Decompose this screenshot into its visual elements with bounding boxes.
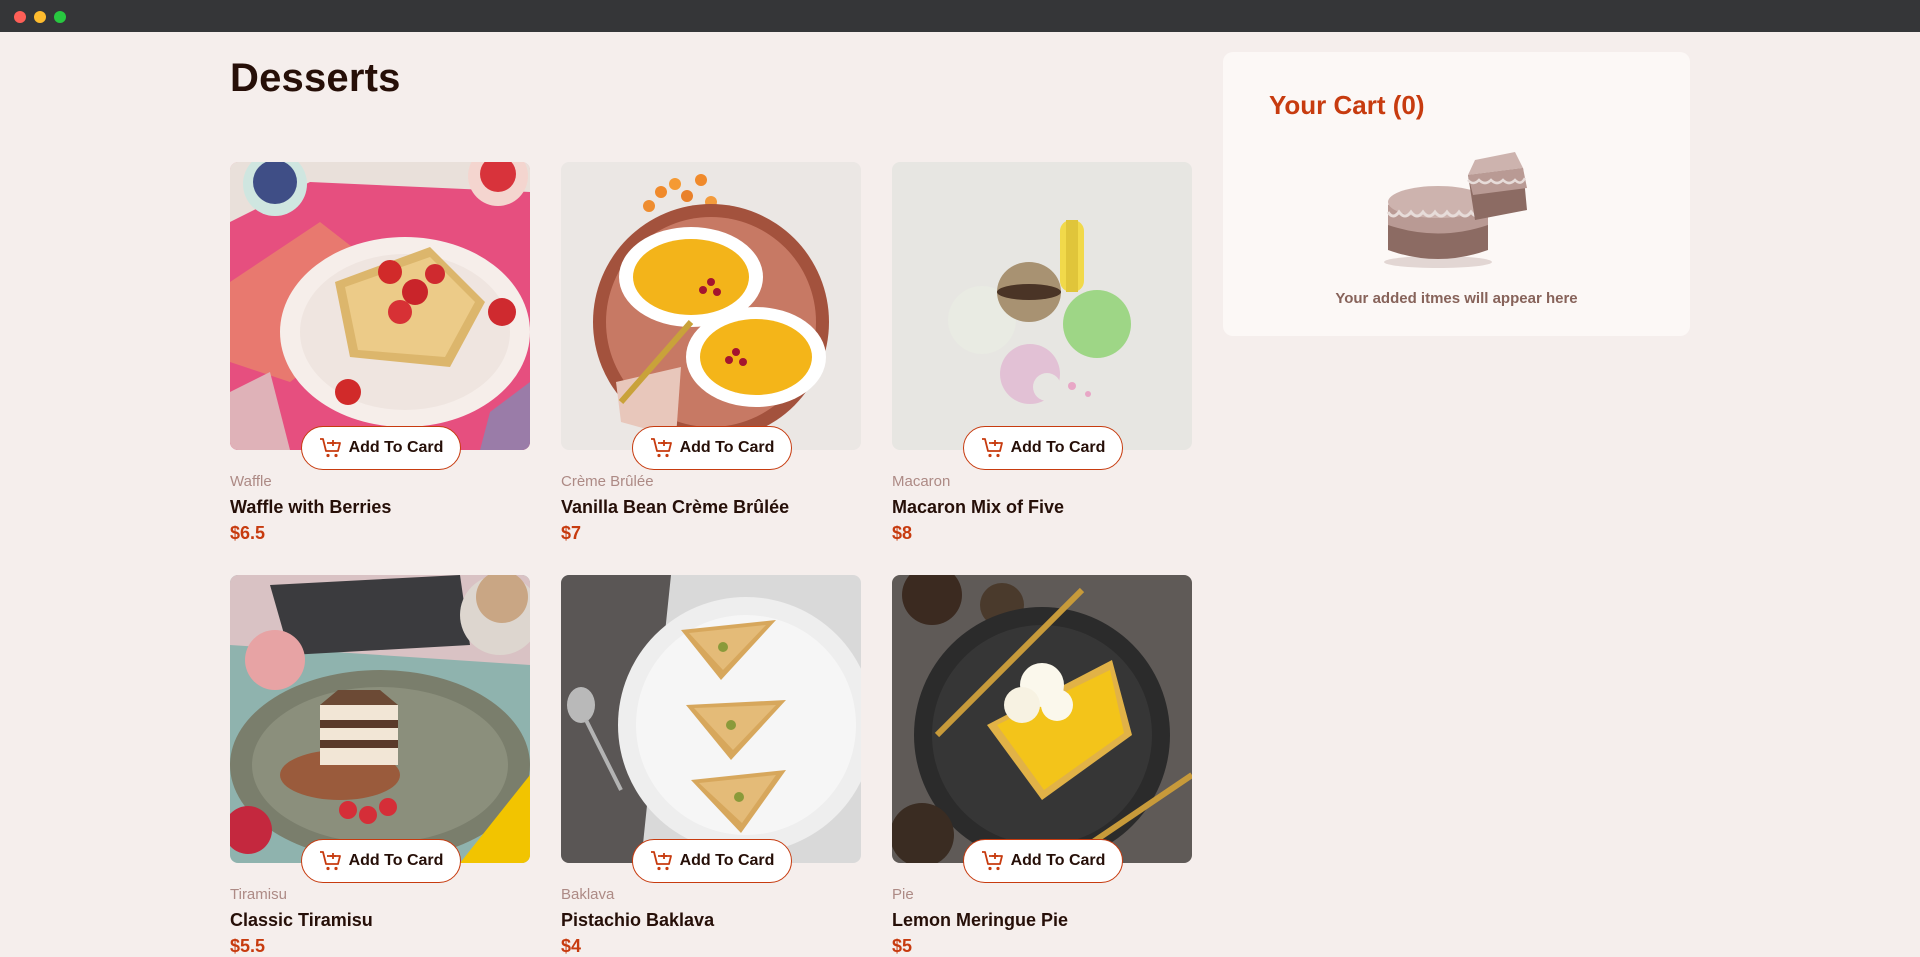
product-name: Pistachio Baklava [561, 910, 715, 930]
product-image [892, 162, 1192, 450]
cart-plus-icon [319, 851, 341, 871]
cart-empty-message: Your added itmes will appear here [1335, 290, 1578, 307]
product-card: Add To Card Tiramisu Classic Tiramisu $5… [230, 575, 530, 956]
product-info: Crème Brûlée Vanilla Bean Crème Brûlée $… [561, 472, 861, 544]
add-to-cart-label: Add To Card [1010, 439, 1106, 456]
add-to-cart-button[interactable]: Add To Card [632, 839, 792, 883]
add-to-cart-button[interactable]: Add To Card [963, 839, 1123, 883]
creme-brulee-image [561, 162, 861, 450]
product-category: Macaron [892, 473, 951, 490]
product-card: Add To Card Crème Brûlée Vanilla Bean Cr… [561, 162, 861, 543]
product-price: $5.5 [230, 936, 266, 956]
product-info: Pie Lemon Meringue Pie $5 [892, 885, 1192, 957]
add-to-cart-label: Add To Card [1010, 852, 1106, 869]
product-name: Macaron Mix of Five [892, 497, 1065, 517]
add-to-cart-button[interactable]: Add To Card [301, 839, 461, 883]
product-category: Waffle [230, 473, 272, 490]
product-category: Baklava [561, 886, 615, 903]
add-to-cart-label: Add To Card [348, 439, 444, 456]
product-image [561, 162, 861, 450]
product-name: Vanilla Bean Crème Brûlée [561, 497, 790, 517]
cart-plus-icon [650, 851, 672, 871]
product-info: Waffle Waffle with Berries $6.5 [230, 472, 530, 544]
product-image [230, 575, 530, 863]
product-price: $6.5 [230, 523, 266, 543]
add-to-cart-label: Add To Card [679, 439, 775, 456]
product-info: Tiramisu Classic Tiramisu $5.5 [230, 885, 530, 957]
product-name: Lemon Meringue Pie [892, 910, 1069, 930]
zoom-window-button[interactable] [54, 11, 66, 23]
cart-plus-icon [981, 438, 1003, 458]
cart-title: Your Cart (0) [1269, 90, 1425, 120]
product-price: $4 [561, 936, 582, 956]
product-image [561, 575, 861, 863]
add-to-cart-button[interactable]: Add To Card [632, 426, 792, 470]
product-info: Baklava Pistachio Baklava $4 [561, 885, 861, 957]
product-price: $5 [892, 936, 913, 956]
cart-plus-icon [650, 438, 672, 458]
product-image [892, 575, 1192, 863]
product-card: Add To Card Waffle Waffle with Berries $… [230, 162, 530, 543]
lemon-pie-image [892, 575, 1192, 863]
add-to-cart-label: Add To Card [679, 852, 775, 869]
product-name: Classic Tiramisu [230, 910, 373, 930]
product-card: Add To Card Macaron Macaron Mix of Five … [892, 162, 1192, 543]
product-info: Macaron Macaron Mix of Five $8 [892, 472, 1192, 544]
cart-plus-icon [981, 851, 1003, 871]
cart-plus-icon [319, 438, 341, 458]
product-price: $8 [892, 523, 913, 543]
product-name: Waffle with Berries [230, 497, 392, 517]
product-category: Pie [892, 886, 914, 903]
product-image [230, 162, 530, 450]
add-to-cart-button[interactable]: Add To Card [963, 426, 1123, 470]
minimize-window-button[interactable] [34, 11, 46, 23]
baklava-image [561, 575, 861, 863]
product-card: Add To Card Baklava Pistachio Baklava $4 [561, 575, 861, 956]
product-card: Add To Card Pie Lemon Meringue Pie $5 [892, 575, 1192, 956]
product-category: Crème Brûlée [561, 473, 654, 490]
close-window-button[interactable] [14, 11, 26, 23]
window-titlebar [0, 0, 1920, 32]
macaron-image [892, 162, 1192, 450]
waffle-image [230, 162, 530, 450]
product-category: Tiramisu [230, 886, 287, 903]
product-price: $7 [561, 523, 582, 543]
empty-cart-cake-icon [1384, 152, 1527, 268]
add-to-cart-label: Add To Card [348, 852, 444, 869]
page-title: Desserts [230, 56, 401, 100]
add-to-cart-button[interactable]: Add To Card [301, 426, 461, 470]
tiramisu-image [230, 575, 530, 863]
cart-panel: Your Cart (0) Your added itmes will appe… [1223, 52, 1690, 336]
